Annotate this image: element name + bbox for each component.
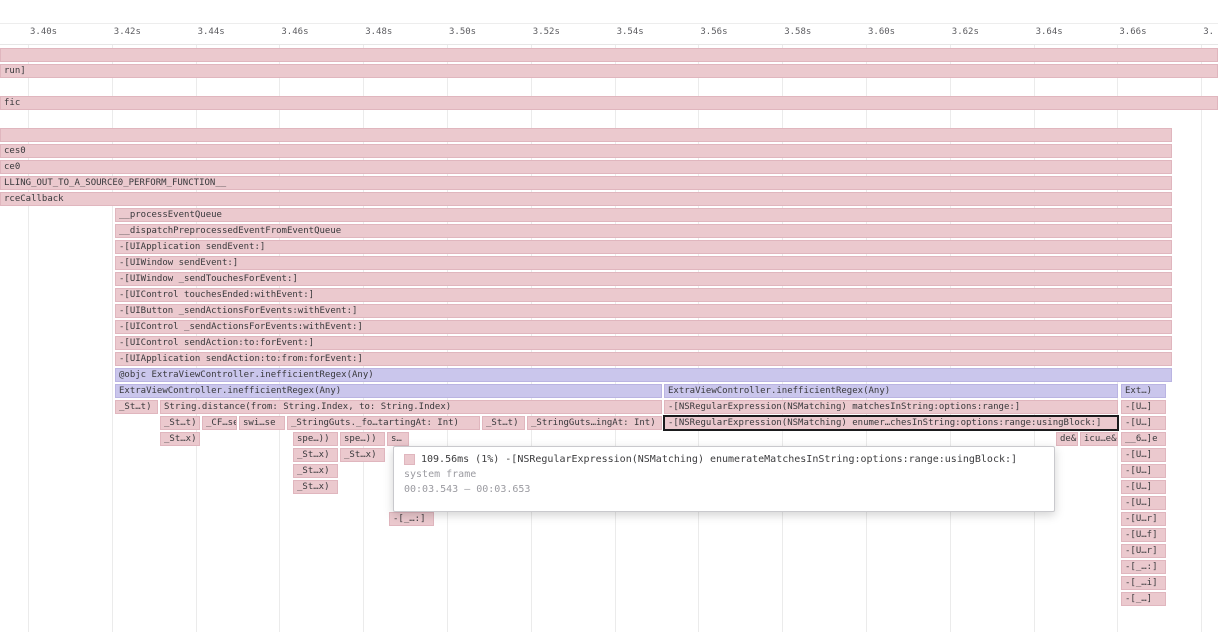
- flame-bar[interactable]: -[U…]: [1121, 400, 1166, 414]
- flame-bar[interactable]: s…: [387, 432, 409, 446]
- flame-bar[interactable]: -[NSRegularExpression(NSMatching) matche…: [664, 400, 1118, 414]
- tooltip-symbol: -[NSRegularExpression(NSMatching) enumer…: [505, 454, 1017, 465]
- ruler-tick-label: 3.60s: [868, 27, 895, 37]
- flame-bar[interactable]: __6…]e: [1121, 432, 1166, 446]
- ruler-tick-label: 3.44s: [198, 27, 225, 37]
- flame-bar[interactable]: -[UIApplication sendEvent:]: [115, 240, 1172, 254]
- flame-bar[interactable]: -[UIApplication sendAction:to:from:forEv…: [115, 352, 1172, 366]
- flame-bar[interactable]: -[UIButton _sendActionsForEvents:withEve…: [115, 304, 1172, 318]
- flame-bar[interactable]: -[U…]: [1121, 496, 1166, 510]
- flame-bar[interactable]: -[UIControl _sendActionsForEvents:withEv…: [115, 320, 1172, 334]
- flame-bar[interactable]: __dispatchPreprocessedEventFromEventQueu…: [115, 224, 1172, 238]
- flame-bar[interactable]: -[UIControl sendAction:to:forEvent:]: [115, 336, 1172, 350]
- flame-bar[interactable]: ce0: [0, 160, 1172, 174]
- flame-bar[interactable]: @objc ExtraViewController.inefficientReg…: [115, 368, 1172, 382]
- flame-bar[interactable]: _CF…se: [202, 416, 237, 430]
- category-swatch-icon: [404, 454, 415, 465]
- ruler-tick-label: 3.62s: [952, 27, 979, 37]
- tooltip-duration: 109.56ms (1%): [421, 454, 499, 465]
- flame-bar[interactable]: _St…x): [293, 464, 338, 478]
- flame-bar[interactable]: _St…x): [293, 480, 338, 494]
- ruler-tick-label: 3.: [1203, 27, 1214, 37]
- flame-bar[interactable]: -[U…]: [1121, 464, 1166, 478]
- tooltip-time-range: 00:03.543 — 00:03.653: [404, 484, 1044, 495]
- flame-bar[interactable]: _StringGuts._fo…tartingAt: Int): [287, 416, 480, 430]
- timeline-ruler[interactable]: 3.40s 3.42s 3.44s 3.46s 3.48s 3.50s 3.52s 3.54s…: [0, 0, 1218, 45]
- flame-bar[interactable]: -[_…:]: [389, 512, 434, 526]
- ruler-tick-label: 3.46s: [281, 27, 308, 37]
- flame-bar[interactable]: LLING_OUT_TO_A_SOURCE0_PERFORM_FUNCTION_…: [0, 176, 1172, 190]
- flame-bar[interactable]: String.distance(from: String.Index, to: …: [160, 400, 662, 414]
- flame-bar[interactable]: spe…)): [293, 432, 338, 446]
- ruler-tick-label: 3.54s: [617, 27, 644, 37]
- flame-bar[interactable]: -[U…r]: [1121, 512, 1166, 526]
- flame-bar[interactable]: icu…e&): [1080, 432, 1118, 446]
- flame-bar[interactable]: _St…t): [160, 416, 200, 430]
- flame-bar[interactable]: ces0: [0, 144, 1172, 158]
- ruler-tick-label: 3.50s: [449, 27, 476, 37]
- flame-bar[interactable]: _St…x): [160, 432, 200, 446]
- ruler-tick-label: 3.58s: [784, 27, 811, 37]
- flame-bar[interactable]: _St…t): [482, 416, 525, 430]
- flame-bar[interactable]: ExtraViewController.inefficientRegex(Any…: [664, 384, 1118, 398]
- grid-line: [1201, 44, 1202, 632]
- flame-bar[interactable]: _St…x): [293, 448, 338, 462]
- flame-bar[interactable]: -[U…r]: [1121, 544, 1166, 558]
- flame-bar[interactable]: -[U…]: [1121, 416, 1166, 430]
- flame-bar[interactable]: -[U…]: [1121, 480, 1166, 494]
- flame-bar[interactable]: -[UIWindow _sendTouchesForEvent:]: [115, 272, 1172, 286]
- ruler-tick-label: 3.42s: [114, 27, 141, 37]
- flame-bar[interactable]: _St…t): [115, 400, 158, 414]
- flame-bar[interactable]: -[_…:]: [1121, 560, 1166, 574]
- flame-bar[interactable]: Ext…): [1121, 384, 1166, 398]
- tooltip-note: system frame: [404, 469, 1044, 480]
- flame-bar[interactable]: rceCallback: [0, 192, 1172, 206]
- flame-bar[interactable]: swi…se: [239, 416, 285, 430]
- flame-bar[interactable]: -[U…f]: [1121, 528, 1166, 542]
- flame-bar[interactable]: de&): [1056, 432, 1078, 446]
- flame-bar[interactable]: _StringGuts…ingAt: Int): [527, 416, 662, 430]
- flame-bar[interactable]: run]: [0, 64, 1218, 78]
- ruler-tick-label: 3.66s: [1119, 27, 1146, 37]
- flame-bar[interactable]: _St…x): [340, 448, 385, 462]
- flame-bar[interactable]: [0, 48, 1218, 62]
- flame-bar[interactable]: -[U…]: [1121, 448, 1166, 462]
- ruler-tick-label: 3.56s: [700, 27, 727, 37]
- time-profiler-flame-graph: 3.40s 3.42s 3.44s 3.46s 3.48s 3.50s 3.52s 3.54s…: [0, 0, 1218, 632]
- flame-bar-selected[interactable]: -[NSRegularExpression(NSMatching) enumer…: [664, 416, 1118, 430]
- ruler-tick-label: 3.64s: [1036, 27, 1063, 37]
- flame-bar[interactable]: -[_…]: [1121, 592, 1166, 606]
- flame-bar[interactable]: fic: [0, 96, 1218, 110]
- ruler-tick-label: 3.48s: [365, 27, 392, 37]
- tooltip-title-row: 109.56ms (1%) -[NSRegularExpression(NSMa…: [404, 454, 1044, 465]
- flame-bar[interactable]: -[UIControl touchesEnded:withEvent:]: [115, 288, 1172, 302]
- ruler-divider: [0, 23, 1218, 24]
- tooltip: 109.56ms (1%) -[NSRegularExpression(NSMa…: [393, 446, 1055, 512]
- flame-bar[interactable]: -[_…i]: [1121, 576, 1166, 590]
- flame-bar[interactable]: -[UIWindow sendEvent:]: [115, 256, 1172, 270]
- flame-bar[interactable]: [0, 128, 1172, 142]
- ruler-tick-label: 3.40s: [30, 27, 57, 37]
- flame-bar[interactable]: ExtraViewController.inefficientRegex(Any…: [115, 384, 662, 398]
- flame-bar[interactable]: __processEventQueue: [115, 208, 1172, 222]
- ruler-tick-label: 3.52s: [533, 27, 560, 37]
- flame-bar[interactable]: spe…)): [340, 432, 385, 446]
